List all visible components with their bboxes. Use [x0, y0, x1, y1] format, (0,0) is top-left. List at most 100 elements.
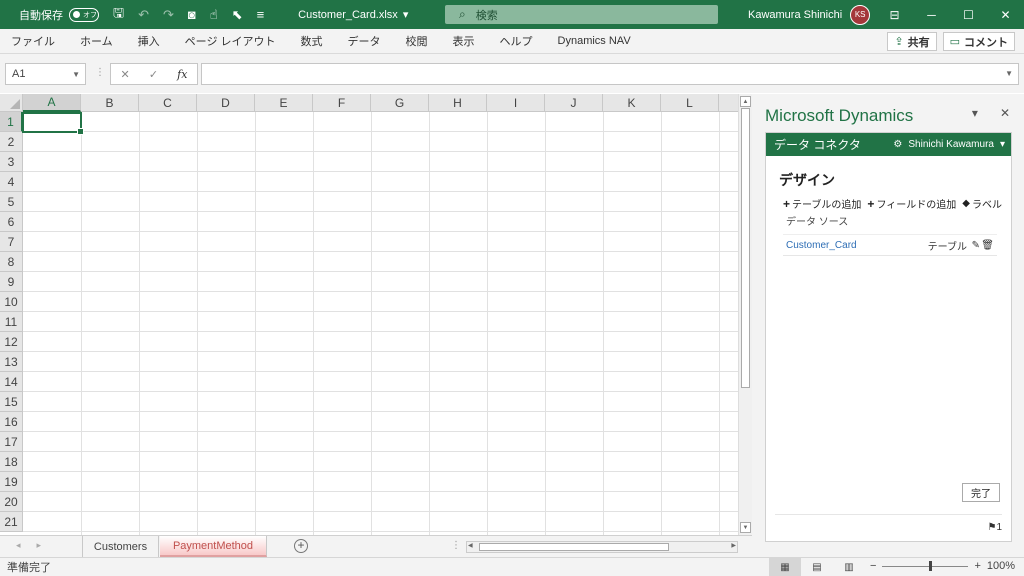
add-field-button[interactable]: + フィールドの追加 — [867, 196, 956, 212]
gear-icon[interactable]: ⚙ — [893, 139, 902, 150]
row-header[interactable]: 7 — [0, 232, 23, 252]
zoom-in-icon[interactable]: + — [974, 560, 980, 572]
column-header[interactable]: D — [197, 94, 255, 112]
add-table-button[interactable]: + テーブルの追加 — [783, 196, 861, 212]
resize-handle-icon[interactable]: ⋮ — [451, 540, 461, 551]
column-header[interactable]: C — [139, 94, 197, 112]
row-header[interactable]: 11 — [0, 312, 23, 332]
tab-review[interactable]: 校閲 — [394, 33, 441, 49]
row-header[interactable]: 10 — [0, 292, 23, 312]
column-header[interactable]: H — [429, 94, 487, 112]
vertical-scrollbar[interactable]: ▲ ▼ — [738, 94, 752, 535]
scroll-thumb[interactable] — [741, 108, 750, 388]
tab-help[interactable]: ヘルプ — [488, 33, 546, 49]
zoom-slider[interactable] — [882, 560, 969, 571]
autosave-toggle[interactable]: オフ — [69, 7, 99, 22]
name-box[interactable]: A1 ▼ — [5, 63, 86, 85]
expand-formula-icon[interactable]: ▼ — [1005, 69, 1013, 78]
column-header[interactable]: L — [661, 94, 719, 112]
trash-icon[interactable]: 🗑 — [981, 240, 994, 251]
tab-insert[interactable]: 挿入 — [126, 33, 173, 49]
tab-file[interactable]: ファイル — [0, 33, 68, 49]
add-sheet-icon[interactable]: + — [294, 539, 308, 553]
search-input[interactable]: ⌕ 検索 — [445, 5, 718, 24]
row-header[interactable]: 9 — [0, 272, 23, 292]
pencil-icon[interactable]: ✎ — [972, 240, 980, 251]
autosave[interactable]: 自動保存 オフ — [19, 7, 99, 23]
zoom-out-icon[interactable]: − — [870, 560, 876, 572]
pane-options-icon[interactable]: ▾ — [972, 106, 978, 120]
column-header[interactable]: J — [545, 94, 603, 112]
formula-input[interactable]: ▼ — [201, 63, 1019, 85]
row-header[interactable]: 12 — [0, 332, 23, 352]
insert-function-icon[interactable]: fx — [177, 68, 187, 81]
row-header[interactable]: 15 — [0, 392, 23, 412]
row-header[interactable]: 17 — [0, 432, 23, 452]
tab-home[interactable]: ホーム — [68, 33, 126, 49]
account-menu[interactable]: ⚙ Shinichi Kawamura ▾ — [893, 139, 1005, 150]
row-header[interactable]: 4 — [0, 172, 23, 192]
scroll-down-icon[interactable]: ▼ — [740, 522, 751, 533]
cell-area[interactable] — [23, 112, 738, 535]
minimize-icon[interactable]: ─ — [913, 0, 950, 29]
horizontal-scrollbar[interactable]: ◀ ▶ — [466, 541, 738, 553]
zoom-level[interactable]: 100% — [987, 560, 1015, 572]
row-header[interactable]: 20 — [0, 492, 23, 512]
page-break-view-icon[interactable]: ▥ — [833, 558, 865, 576]
row-header[interactable]: 8 — [0, 252, 23, 272]
datasource-link[interactable]: Customer_Card — [786, 240, 857, 251]
chevron-down-icon[interactable]: ▼ — [72, 70, 80, 79]
sheet-tab-paymentmethod[interactable]: PaymentMethod — [160, 536, 267, 557]
row-header[interactable]: 16 — [0, 412, 23, 432]
document-name[interactable]: Customer_Card.xlsx ▾ — [298, 8, 408, 22]
select-pointer-icon[interactable]: ⬉ — [232, 7, 243, 23]
customize-qat-icon[interactable]: ≡ — [257, 7, 265, 22]
tab-dynamics-nav[interactable]: Dynamics NAV — [546, 35, 644, 47]
save-icon[interactable]: 🖫 — [113, 4, 124, 26]
redo-icon[interactable]: ↷ — [163, 7, 174, 23]
page-layout-view-icon[interactable]: ▤ — [801, 558, 833, 576]
close-icon[interactable]: ✕ — [987, 0, 1024, 29]
column-header[interactable]: G — [371, 94, 429, 112]
scroll-up-icon[interactable]: ▲ — [740, 96, 751, 107]
camera-icon[interactable]: ◙ — [188, 7, 196, 22]
maximize-icon[interactable]: ☐ — [950, 0, 987, 29]
column-header[interactable]: K — [603, 94, 661, 112]
row-header[interactable]: 14 — [0, 372, 23, 392]
row-header[interactable]: 21 — [0, 512, 23, 532]
tab-page-layout[interactable]: ページ レイアウト — [173, 33, 289, 49]
close-icon[interactable]: ✕ — [1000, 106, 1010, 120]
column-header[interactable]: F — [313, 94, 371, 112]
column-header[interactable] — [719, 94, 738, 112]
tab-data[interactable]: データ — [336, 33, 394, 49]
row-header[interactable]: 19 — [0, 472, 23, 492]
row-header[interactable]: 5 — [0, 192, 23, 212]
resize-handle-icon[interactable]: ⋮ — [95, 67, 105, 78]
column-header[interactable]: I — [487, 94, 545, 112]
column-header[interactable]: A — [23, 94, 81, 112]
column-header[interactable]: B — [81, 94, 139, 112]
row-header[interactable]: 3 — [0, 152, 23, 172]
label-button[interactable]: ◆ ラベル — [962, 196, 1002, 211]
touch-mode-icon[interactable]: ☝ — [210, 7, 218, 23]
scroll-right-icon[interactable]: ▶ — [731, 542, 736, 549]
done-button[interactable]: 完了 — [962, 483, 1000, 502]
worksheet-grid[interactable]: A B C D E F G H I J K L 1 2 3 4 5 6 7 8 … — [0, 94, 738, 535]
tab-view[interactable]: 表示 — [441, 33, 488, 49]
selected-cell[interactable] — [22, 112, 84, 135]
column-header[interactable]: E — [255, 94, 313, 112]
enter-icon[interactable]: ✓ — [149, 68, 158, 81]
avatar[interactable]: KS — [850, 4, 871, 25]
sheet-nav-arrows-icon[interactable]: ◂▸ — [16, 540, 57, 551]
user-account[interactable]: Kawamura Shinichi KS — [748, 0, 871, 29]
row-header[interactable]: 2 — [0, 132, 23, 152]
select-all-button[interactable] — [0, 94, 23, 112]
row-header[interactable]: 1 — [0, 112, 23, 132]
tab-formulas[interactable]: 数式 — [289, 33, 336, 49]
undo-icon[interactable]: ↶ — [138, 7, 149, 23]
share-button[interactable]: ⇪ 共有 — [887, 32, 937, 51]
row-header[interactable]: 13 — [0, 352, 23, 372]
scroll-left-icon[interactable]: ◀ — [468, 542, 473, 549]
normal-view-icon[interactable]: ▦ — [769, 558, 801, 576]
row-header[interactable]: 18 — [0, 452, 23, 472]
